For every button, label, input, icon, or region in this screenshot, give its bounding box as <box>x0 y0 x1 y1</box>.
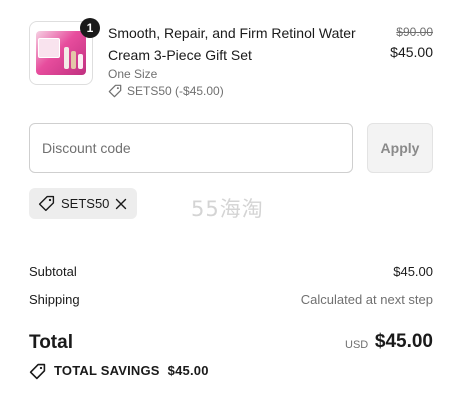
line-item: 1 Smooth, Repair, and Firm Retinol Water… <box>29 18 433 101</box>
remove-discount-button[interactable] <box>112 195 129 212</box>
tag-icon <box>108 84 122 98</box>
watermark: 55海淘 <box>191 197 264 221</box>
total-savings: TOTAL SAVINGS $45.00 <box>29 362 209 380</box>
apply-button[interactable]: Apply <box>367 123 433 173</box>
savings-value: $45.00 <box>167 363 209 378</box>
product-image <box>36 31 86 75</box>
subtotal-row: Subtotal $45.00 <box>29 263 433 281</box>
product-thumbnail: 1 <box>29 18 100 85</box>
shipping-value: Calculated at next step <box>300 292 433 307</box>
product-variant: One Size <box>108 67 158 81</box>
product-discount: SETS50 (-$45.00) <box>108 83 224 99</box>
price-final: $45.00 <box>390 44 433 60</box>
savings-label: TOTAL SAVINGS <box>54 363 160 378</box>
close-icon <box>115 198 126 209</box>
total-currency: USD <box>345 339 369 351</box>
total-value: $45.00 <box>374 331 433 352</box>
subtotal-value: $45.00 <box>393 264 433 279</box>
shipping-label: Shipping <box>29 292 80 307</box>
subtotal-label: Subtotal <box>29 264 77 279</box>
product-title: Smooth, Repair, and Firm Retinol Water C… <box>108 25 356 63</box>
total-label: Total <box>29 332 73 353</box>
applied-discount-tag: SETS50 <box>29 188 137 219</box>
tag-icon <box>29 363 46 379</box>
discount-code-input[interactable] <box>29 123 353 173</box>
shipping-row: Shipping Calculated at next step <box>29 291 433 309</box>
product-discount-text: SETS50 (-$45.00) <box>127 84 224 98</box>
applied-discount-code: SETS50 <box>61 196 110 211</box>
quantity-badge: 1 <box>80 18 100 38</box>
tag-icon <box>38 195 55 212</box>
price-original: $90.00 <box>396 25 433 39</box>
